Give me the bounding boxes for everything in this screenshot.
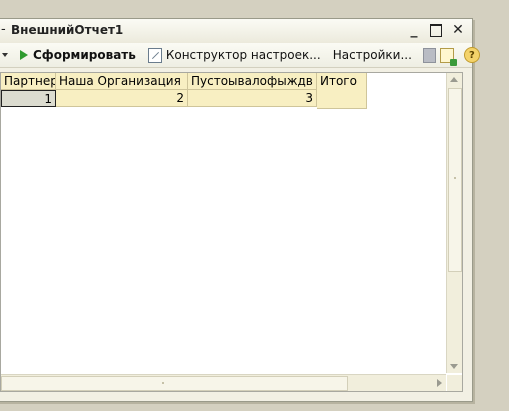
dropdown-arrow-icon [2,53,8,57]
document-icon [422,47,436,63]
scroll-up-icon[interactable] [450,77,458,82]
cell-empty[interactable]: 3 [188,90,317,107]
scrollbar-corner [447,375,462,391]
play-icon [20,50,28,60]
horizontal-scroll-thumb[interactable] [1,376,348,391]
settings-button[interactable]: Настройки... [330,45,415,65]
actions-dropdown-button[interactable] [0,45,11,65]
report-window: - ВнешнийОтчет1 _ ✕ Сформировать Констру… [0,18,480,402]
vertical-scroll-thumb[interactable] [448,88,462,272]
column-header-empty[interactable]: Пустоывалофыждв [188,73,317,90]
maximize-icon [430,23,442,37]
vertical-scrollbar[interactable] [446,73,462,373]
horizontal-scrollbar[interactable] [1,374,446,391]
window-controls: _ ✕ [406,21,466,39]
toolbar: Сформировать Конструктор настроек... Нас… [0,43,480,68]
minimize-button[interactable]: _ [406,21,422,39]
constructor-icon [147,47,162,63]
table-row[interactable]: 1 2 3 [1,90,317,107]
column-header-partner[interactable]: Партнер [1,73,56,90]
help-icon: ? [463,47,480,63]
settings-label: Настройки... [332,48,412,62]
report-area[interactable]: Партнер Наша Организация Пустоывалофыждв… [0,72,463,392]
document-button[interactable] [422,47,436,63]
cell-partner[interactable]: 1 [1,90,56,107]
settings-constructor-label: Конструктор настроек... [165,48,321,62]
maximize-button[interactable] [428,21,444,39]
help-button[interactable]: ? [463,47,480,63]
window-title: ВнешнийОтчет1 [11,23,124,37]
column-header-total[interactable]: Итого [317,73,367,109]
title-bar: - ВнешнийОтчет1 _ ✕ [0,19,472,44]
column-header-organization[interactable]: Наша Организация [56,73,188,90]
close-button[interactable]: ✕ [450,21,466,39]
scroll-down-icon[interactable] [450,364,458,369]
export-button[interactable] [439,47,457,66]
cell-organization[interactable]: 2 [56,90,188,107]
generate-label: Сформировать [33,48,136,62]
generate-button[interactable]: Сформировать [17,45,139,65]
export-icon [439,47,457,66]
scroll-right-icon[interactable] [437,379,442,387]
settings-constructor-button[interactable]: Конструктор настроек... [145,45,324,65]
window-menu-icon[interactable]: - [1,22,6,37]
